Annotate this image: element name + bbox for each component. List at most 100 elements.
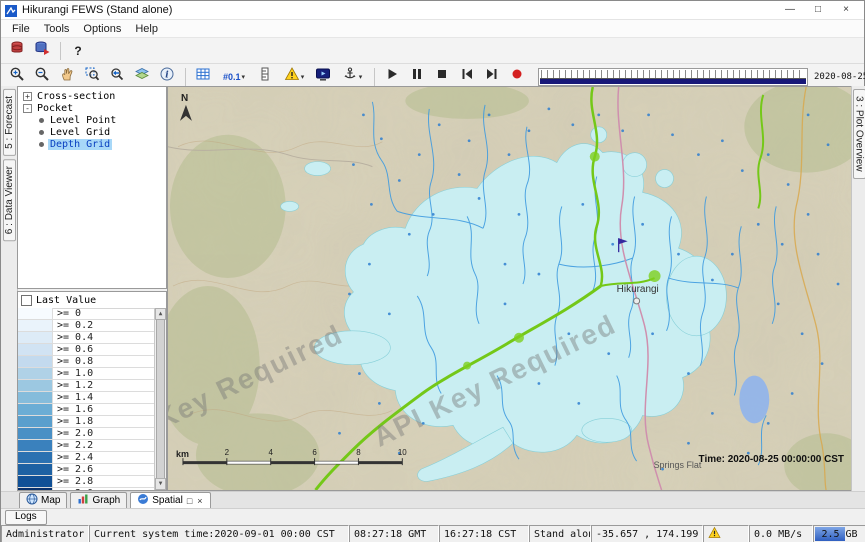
legend-swatch (18, 332, 53, 343)
legend-row: >= 1.0 (18, 368, 154, 380)
legend-panel: Last Value >= 0>= 0.2>= 0.4>= 0.6>= 0.8>… (17, 291, 167, 491)
display-icon (315, 66, 331, 87)
layers-icon (134, 66, 150, 87)
legend-row: >= 0.8 (18, 356, 154, 368)
title-bar[interactable]: Hikurangi FEWS (Stand alone) — □ × (1, 1, 864, 20)
open-database-button[interactable] (5, 40, 29, 62)
menu-item-options[interactable]: Options (76, 22, 128, 36)
grid-icon (195, 66, 211, 87)
scrollbar-thumb[interactable] (156, 319, 165, 479)
status-local-time: 16:27:18 CST (439, 525, 529, 542)
close-tab-icon[interactable]: × (196, 496, 203, 506)
scale-bar-button[interactable] (253, 66, 277, 88)
tab-spatial[interactable]: Spatial □ × (130, 492, 210, 508)
pan-button[interactable] (55, 66, 79, 88)
legend-label: >= 0.4 (53, 332, 93, 343)
play-button[interactable] (380, 66, 404, 88)
play-icon (384, 66, 400, 87)
legend-label: >= 3.0 (53, 488, 93, 490)
svg-text:8: 8 (356, 448, 361, 457)
tab-graph[interactable]: Graph (70, 492, 127, 508)
north-label: N (181, 93, 188, 104)
float-tab-icon[interactable]: □ (186, 496, 193, 506)
skip-end-button[interactable] (480, 66, 504, 88)
map-viewport[interactable]: Hikurangi Springs Flat API Key Required … (167, 86, 852, 491)
tab-forecast[interactable]: 5 : Forecast (3, 89, 16, 156)
last-value-checkbox[interactable] (21, 295, 32, 306)
layers-button[interactable] (130, 66, 154, 88)
globe-icon (26, 493, 38, 508)
export-database-button[interactable] (30, 40, 54, 62)
tab-plot-overview[interactable]: 3 : Plot Overview (853, 89, 865, 179)
status-bar: Administrator Current system time:2020-0… (1, 525, 865, 542)
collapse-icon[interactable]: - (23, 104, 32, 113)
tree-item-label: Cross-section (35, 91, 117, 102)
svg-text:6: 6 (312, 448, 317, 457)
legend-swatch (18, 428, 53, 439)
zoom-region-icon (84, 66, 100, 87)
legend-swatch (18, 440, 53, 451)
database-red-icon (9, 40, 25, 61)
info-button[interactable]: i (155, 66, 179, 88)
status-warning-cell[interactable] (703, 525, 749, 542)
status-throughput: 0.0 MB/s (749, 525, 813, 542)
time-slider-ticks (541, 70, 805, 78)
tab-graph-label: Graph (92, 495, 120, 506)
menu-item-help[interactable]: Help (128, 22, 165, 36)
stop-icon (434, 66, 450, 87)
maximize-button[interactable]: □ (804, 2, 832, 18)
legend-swatch (18, 452, 53, 463)
status-system-time: Current system time:2020-09-01 00:00 CST (89, 525, 349, 542)
legend-swatch (18, 320, 53, 331)
deep-flood-patch (739, 376, 769, 424)
tab-map[interactable]: Map (19, 492, 67, 508)
grid-table-button[interactable] (191, 66, 215, 88)
legend-scrollbar[interactable]: ▲ ▼ (155, 308, 166, 490)
legend-label: >= 1.2 (53, 380, 93, 391)
animation-button[interactable] (311, 66, 335, 88)
legend-swatch (18, 488, 53, 490)
menu-item-tools[interactable]: Tools (37, 22, 77, 36)
tree-item-label: Level Point (48, 115, 118, 126)
expand-icon[interactable]: + (23, 92, 32, 101)
time-slider[interactable] (538, 68, 808, 86)
menu-bar: FileToolsOptionsHelp (1, 20, 864, 38)
help-button[interactable]: ? (66, 40, 90, 62)
tree-item-cross-section[interactable]: +Cross-section (20, 90, 164, 102)
zoom-previous-button[interactable] (105, 66, 129, 88)
tree-item-depth-grid[interactable]: Depth Grid (20, 138, 164, 150)
minimize-button[interactable]: — (776, 2, 804, 18)
tree-item-level-point[interactable]: Level Point (20, 114, 164, 126)
legend-label: >= 0.8 (53, 356, 93, 367)
tab-data-viewer[interactable]: 6 : Data Viewer (3, 159, 16, 241)
warnings-button[interactable]: ▾ (278, 66, 310, 88)
anchor-tool-button[interactable]: ▾ (336, 66, 368, 88)
menu-item-file[interactable]: File (5, 22, 37, 36)
tab-map-label: Map (41, 495, 60, 506)
zoom-region-button[interactable] (80, 66, 104, 88)
pause-button[interactable] (405, 66, 429, 88)
tree-item-pocket[interactable]: -Pocket (20, 102, 164, 114)
legend-row: >= 0.2 (18, 320, 154, 332)
svg-text:i: i (165, 71, 169, 81)
toolbar-separator (374, 68, 375, 86)
legend-swatch (18, 356, 53, 367)
tree-item-label: Pocket (35, 103, 75, 114)
close-button[interactable]: × (832, 2, 860, 18)
legend-label: >= 1.0 (53, 368, 93, 379)
record-button[interactable] (505, 66, 529, 88)
legend-label: >= 1.6 (53, 404, 93, 415)
legend-label: >= 2.8 (53, 476, 93, 487)
stop-button[interactable] (430, 66, 454, 88)
left-tab-strip: 5 : Forecast 6 : Data Viewer (1, 86, 18, 491)
zoom-out-button[interactable] (30, 66, 54, 88)
legend-swatch (18, 476, 53, 487)
tree-item-level-grid[interactable]: Level Grid (20, 126, 164, 138)
toolbar-separator (60, 42, 61, 60)
skip-start-button[interactable] (455, 66, 479, 88)
logs-button[interactable]: Logs (5, 510, 47, 525)
logs-row: Logs (1, 508, 865, 525)
grid-display-button[interactable]: #0.1 ▾ (216, 66, 252, 88)
scroll-down-icon[interactable]: ▼ (155, 478, 166, 490)
zoom-in-button[interactable] (5, 66, 29, 88)
